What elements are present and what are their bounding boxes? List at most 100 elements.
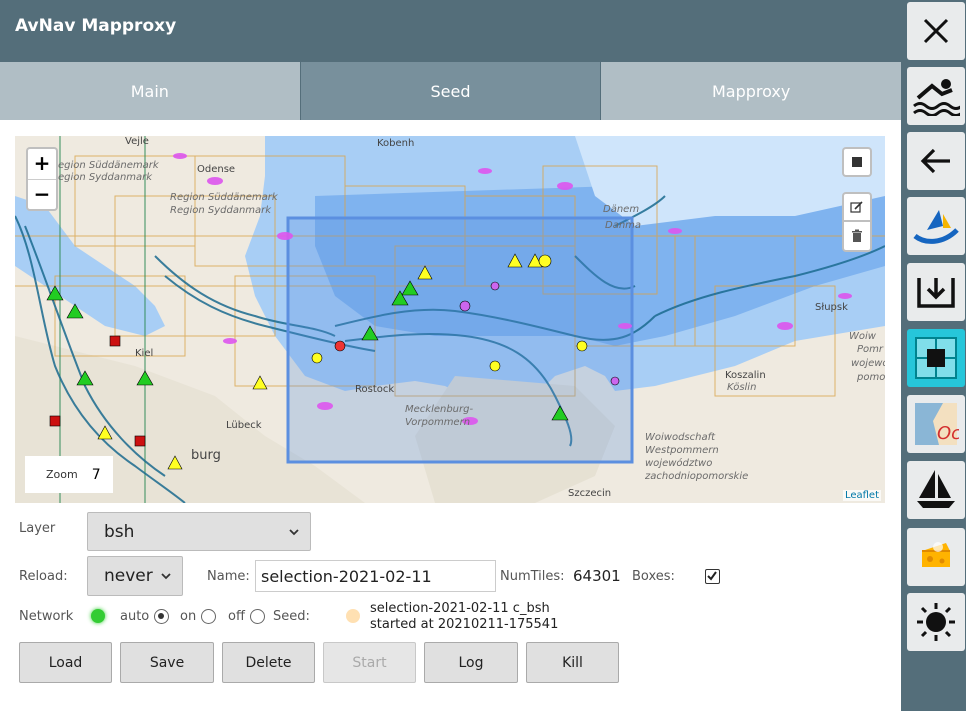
leaflet-attribution-link[interactable]: Leaflet — [842, 490, 881, 501]
tab-main-label: Main — [130, 81, 169, 101]
close-icon — [923, 18, 949, 44]
map-label: województwo — [645, 458, 712, 470]
map-label-text: Lübeck — [226, 420, 262, 431]
map-label-text: Köslin — [727, 382, 757, 393]
boxes-checkbox[interactable] — [705, 569, 720, 584]
delete-layer-button[interactable] — [842, 222, 872, 252]
seed-status-line2: started at 20210211-175541 — [370, 617, 559, 632]
zoom-display: Zoom 7 — [25, 456, 113, 493]
ocharts-icon: Oc — [915, 403, 959, 445]
tab-seed[interactable]: Seed — [300, 62, 602, 120]
map-label: Region Syddanmark — [170, 205, 271, 217]
map-label: Rostock — [355, 384, 394, 396]
map-label: Koszalin — [725, 370, 766, 382]
tab-main[interactable]: Main — [0, 62, 301, 120]
numtiles-value: 64301 — [573, 567, 621, 585]
layer-select-value: bsh — [104, 521, 135, 542]
map-label-text: Region Süddänemark — [51, 160, 159, 171]
map-label: Vejle — [125, 136, 149, 148]
map-label-text: pomo — [857, 372, 885, 383]
map-view[interactable]: Vejle Kobenh Region Süddänemark Region S… — [15, 136, 885, 503]
delete-button[interactable]: Delete — [222, 642, 315, 683]
ocharts-button[interactable]: Oc — [907, 395, 965, 453]
radio-off[interactable] — [250, 609, 265, 624]
map-label-text: Pomr — [857, 344, 884, 355]
map-label: Kobenh — [377, 138, 414, 150]
zoom-in-button[interactable]: + — [28, 149, 56, 179]
layer-label: Layer — [19, 521, 56, 536]
map-label: pomo — [857, 372, 885, 384]
network-status-indicator — [91, 609, 105, 623]
map-label-text: województwo — [645, 458, 713, 469]
seed-status-line1: selection-2021-02-11 c_bsh — [370, 601, 550, 616]
tab-bar: Main Seed Mapproxy — [0, 62, 902, 120]
sailboat-button[interactable] — [907, 461, 965, 519]
zoom-label: Zoom — [46, 468, 78, 481]
load-button[interactable]: Load — [19, 642, 112, 683]
man-overboard-button[interactable] — [907, 67, 965, 125]
radio-auto-label: auto — [120, 609, 150, 624]
back-button[interactable] — [907, 132, 965, 190]
radio-on-label: on — [180, 609, 197, 624]
brightness-icon — [917, 603, 955, 641]
map-label: Słupsk — [815, 302, 848, 314]
edit-layer-button[interactable] — [842, 192, 872, 222]
back-arrow-icon — [920, 148, 950, 174]
map-label-text: wojewó — [851, 358, 885, 369]
right-button-bar: Oc — [901, 0, 966, 711]
map-label-text: Woiw — [849, 331, 876, 342]
name-label: Name: — [207, 569, 250, 584]
numtiles-label: NumTiles: — [500, 569, 565, 584]
tab-mapproxy[interactable]: Mapproxy — [601, 62, 902, 120]
radio-on[interactable] — [201, 609, 216, 624]
svg-text:Oc: Oc — [937, 423, 959, 444]
radio-auto[interactable] — [154, 609, 169, 624]
map-label: Region Süddänemark — [51, 160, 159, 172]
boxes-label: Boxes: — [632, 569, 675, 584]
cheese-icon — [922, 542, 950, 567]
trash-icon — [852, 229, 862, 242]
map-label-text: Woiwodschaft — [645, 432, 716, 443]
close-button[interactable] — [907, 2, 965, 60]
save-button[interactable]: Save — [120, 642, 214, 683]
radio-off-label: off — [228, 609, 245, 624]
map-label-text: Region Syddanmark — [51, 172, 153, 183]
chevron-down-icon — [161, 573, 171, 580]
map-label-text: Region Syddanmark — [170, 205, 272, 216]
chevron-down-icon — [289, 528, 299, 535]
map-label: wojewó — [851, 358, 885, 370]
start-button[interactable]: Start — [323, 642, 416, 683]
map-label-text: Szczecin — [568, 488, 612, 499]
map-label: Vorpommern — [405, 417, 470, 429]
map-label: Odense — [197, 164, 235, 176]
avnav-logo-icon — [913, 210, 959, 244]
mapproxy-button[interactable] — [907, 329, 965, 387]
draw-rectangle-button[interactable] — [842, 147, 872, 177]
sailboat-icon — [917, 470, 955, 508]
name-input[interactable] — [255, 560, 496, 592]
map-label-text: zachodniopomorskie — [645, 471, 749, 482]
seed-label: Seed: — [273, 609, 310, 624]
brightness-button[interactable] — [907, 593, 965, 651]
map-label-text: burg — [191, 448, 221, 463]
map-label: burg — [191, 448, 221, 463]
map-label: Lübeck — [226, 420, 262, 432]
layer-select[interactable]: bsh — [87, 512, 311, 551]
map-label-text: Dänem — [603, 204, 640, 215]
download-button[interactable] — [907, 263, 965, 321]
map-label: zachodniopomorskie — [645, 471, 748, 483]
map-label-text: Vorpommern — [405, 417, 471, 428]
log-button[interactable]: Log — [424, 642, 518, 683]
map-label: Kiel — [135, 348, 153, 360]
map-label-text: Koszalin — [725, 370, 766, 381]
network-label: Network — [19, 609, 74, 624]
map-label: Dänem — [603, 204, 639, 216]
kill-button[interactable]: Kill — [526, 642, 619, 683]
avnav-button[interactable] — [907, 197, 965, 255]
map-label: Köslin — [727, 382, 756, 394]
cheese-button[interactable] — [907, 528, 965, 586]
zoom-out-button[interactable]: − — [28, 179, 56, 209]
reload-select[interactable]: never — [87, 556, 183, 596]
map-label: Woiw — [849, 331, 876, 343]
mapproxy-icon — [915, 337, 957, 379]
